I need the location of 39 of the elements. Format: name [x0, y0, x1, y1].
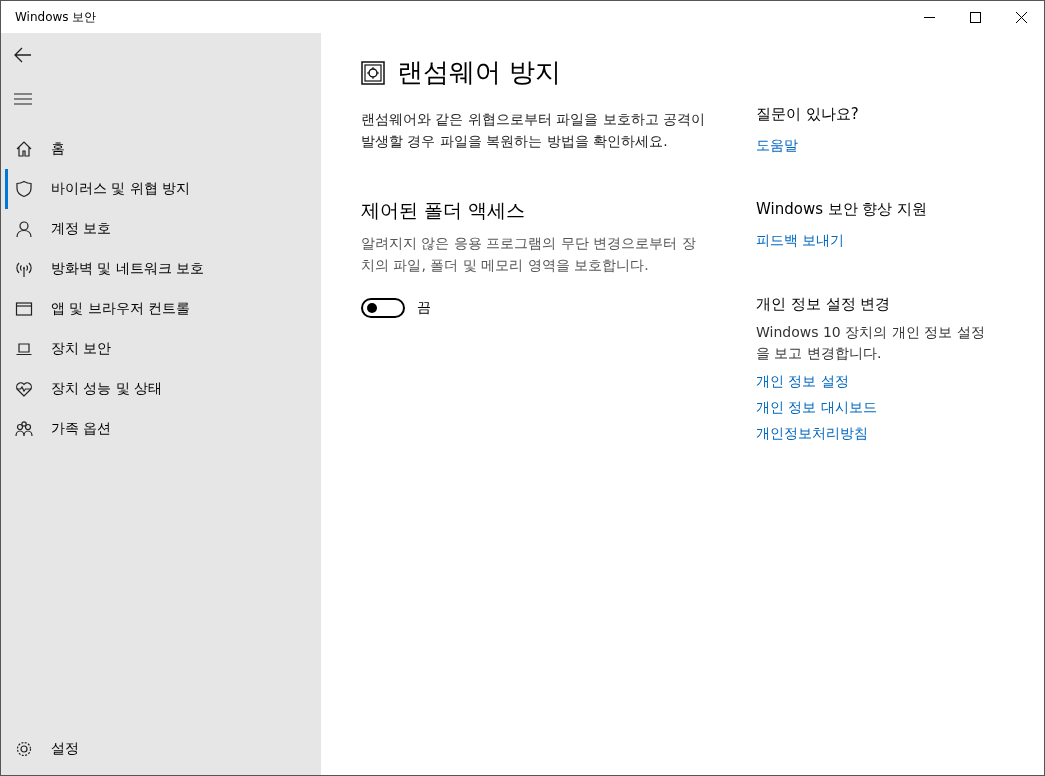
menu-icon: [14, 93, 32, 105]
sidebar-item[interactable]: 장치 보안: [5, 329, 321, 369]
shield-icon: [15, 180, 33, 198]
settings-icon: [15, 740, 33, 758]
page-title: 랜섬웨어 방지: [397, 56, 562, 89]
sidebar-item[interactable]: 장치 성능 및 상태: [5, 369, 321, 409]
safe-icon: [361, 60, 385, 85]
toggle-switch[interactable]: [361, 298, 405, 318]
settings-nav-item[interactable]: 설정: [5, 729, 321, 769]
sidebar-item[interactable]: 방화벽 및 네트워크 보호: [5, 249, 321, 289]
window-title: Windows 보안: [14, 8, 98, 26]
sidebar-item[interactable]: 바이러스 및 위협 방지: [5, 169, 321, 209]
link[interactable]: 개인 정보 대시보드: [756, 394, 877, 420]
close-icon: [1015, 11, 1027, 23]
link[interactable]: 피드백 보내기: [756, 227, 845, 253]
toggle-label: 끔: [417, 299, 431, 317]
maximize-icon: [969, 11, 981, 23]
person-icon: [15, 220, 33, 238]
window-icon: [15, 300, 33, 318]
sidebar-item[interactable]: 앱 및 브라우저 컨트롤: [5, 289, 321, 329]
family-icon: [15, 420, 33, 438]
link[interactable]: 개인정보처리방침: [756, 420, 868, 446]
aside-heading: 개인 정보 설정 변경: [756, 295, 892, 314]
home-icon: [15, 140, 33, 158]
sidebar-item[interactable]: 계정 보호: [5, 209, 321, 249]
section-title: 제어된 폴더 액세스: [361, 198, 527, 223]
antenna-icon: [15, 260, 33, 278]
heart-pulse-icon: [15, 380, 33, 398]
sidebar-item[interactable]: 가족 옵션: [5, 409, 321, 449]
laptop-icon: [15, 340, 33, 358]
aside-text: Windows 10 장치의 개인 정보 설정을 보고 변경합니다.: [756, 323, 986, 363]
aside-heading: Windows 보안 향상 지원: [756, 200, 929, 219]
back-arrow-icon: [14, 47, 32, 63]
section-description: 알려지지 않은 응용 프로그램의 무단 변경으로부터 장치의 파일, 폴더 및 메모리 영역을 보호합니다.: [361, 234, 697, 275]
link[interactable]: 도움말: [756, 132, 798, 158]
link[interactable]: 개인 정보 설정: [756, 368, 849, 394]
sidebar-item[interactable]: 홈: [5, 129, 321, 169]
aside-heading: 질문이 있나요?: [756, 105, 860, 124]
page-description: 랜섬웨어와 같은 위협으로부터 파일을 보호하고 공격이 발생할 경우 파일을 복원하는 방법을 확인하세요.: [361, 110, 706, 151]
